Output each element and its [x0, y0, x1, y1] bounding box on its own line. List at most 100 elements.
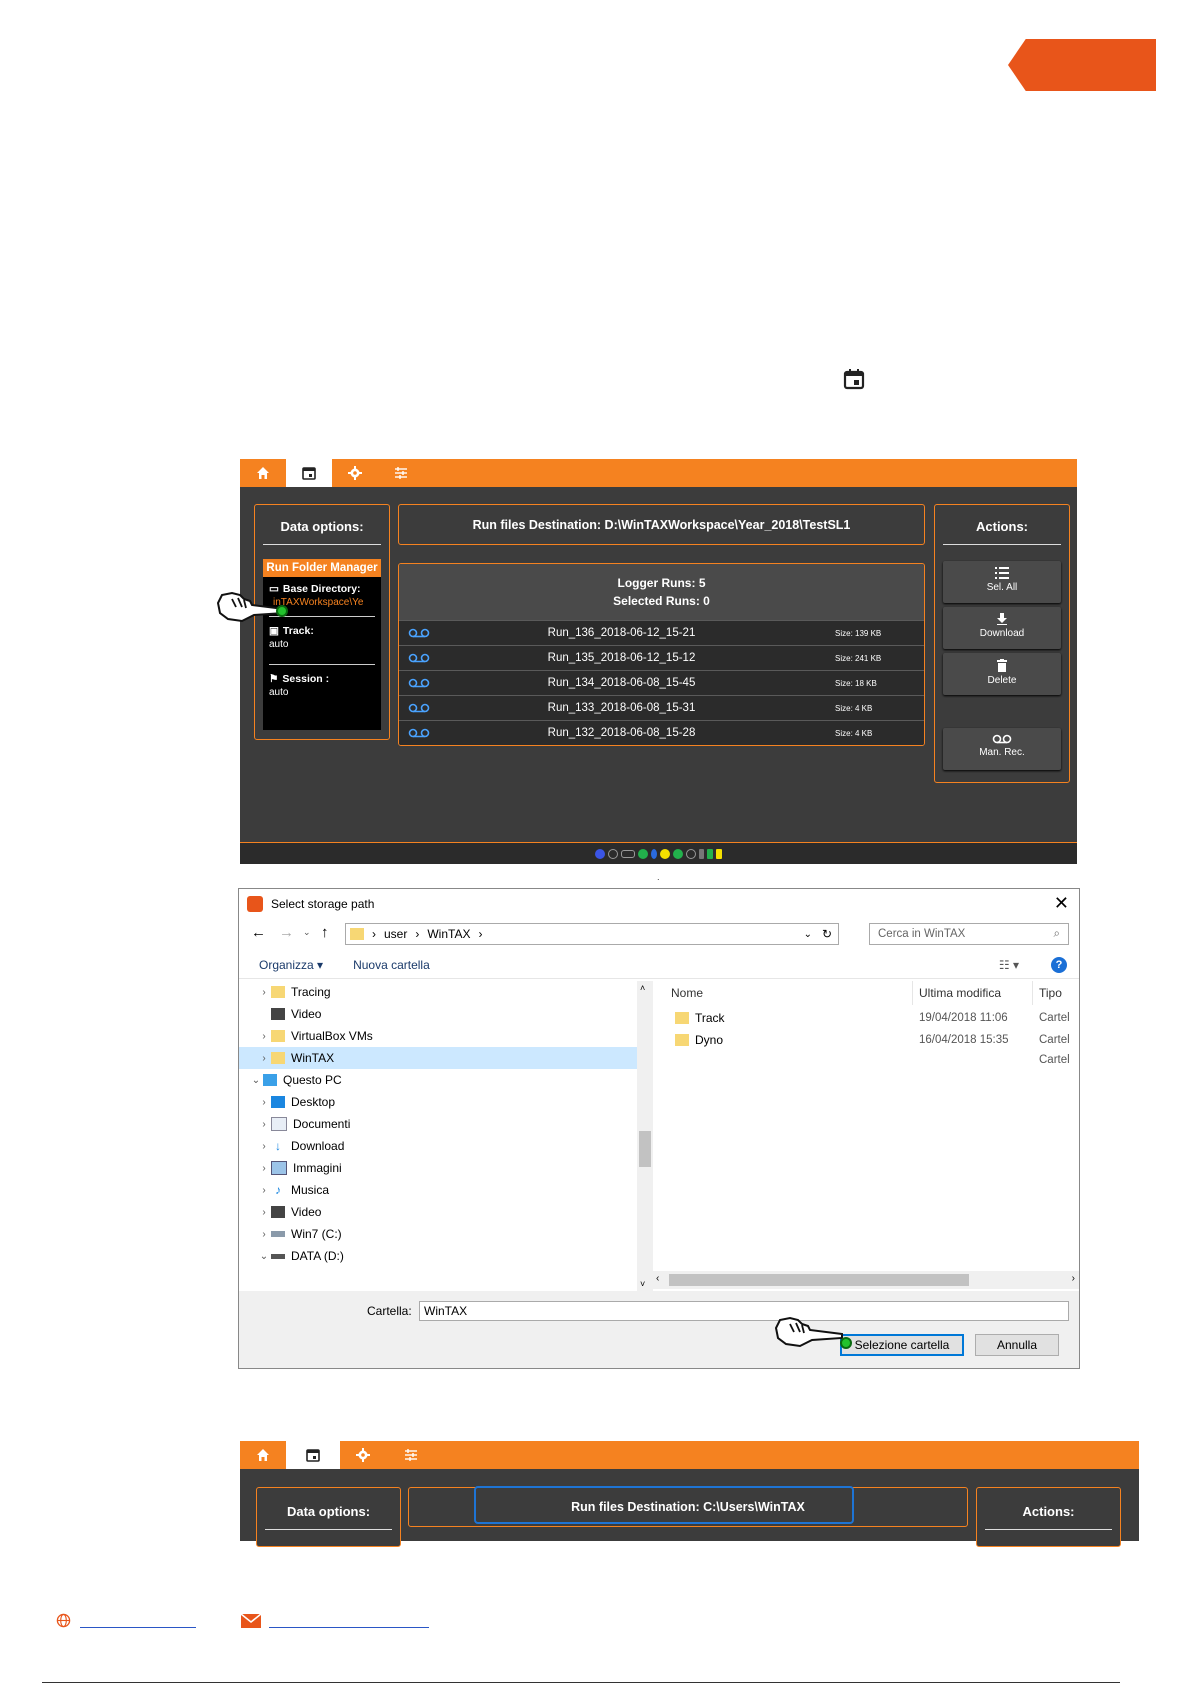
manual-record-button[interactable]: Man. Rec. — [943, 728, 1061, 770]
folder-icon — [675, 1034, 689, 1046]
run-row[interactable]: Run_132_2018-06-08_15-28 Size: 4 KB — [399, 720, 924, 745]
track-item[interactable]: ▣ Track: auto — [263, 625, 381, 650]
select-all-button[interactable]: Sel. All — [943, 561, 1061, 603]
separator-dot: . — [657, 873, 660, 882]
tab-tuning[interactable] — [388, 1441, 434, 1469]
address-bar[interactable]: › user › WinTAX › ⌄ ↻ — [345, 923, 839, 945]
tree-item-virtualbox[interactable]: › VirtualBox VMs — [239, 1025, 637, 1047]
chevron-down-icon[interactable]: ⌄ — [804, 929, 812, 940]
breadcrumb-user[interactable]: user — [384, 927, 407, 941]
sliders-icon — [405, 1449, 417, 1461]
pointing-hand-icon — [774, 1316, 843, 1348]
tab-calendar[interactable] — [286, 1441, 340, 1469]
search-input[interactable]: Cerca in WinTAX ⌕ — [869, 923, 1069, 945]
mail-icon — [241, 1614, 261, 1628]
gear-icon — [356, 1448, 370, 1462]
list-item[interactable]: Track 19/04/2018 11:06 Cartel — [653, 1007, 1079, 1029]
tab-settings[interactable] — [332, 459, 378, 487]
website-link[interactable] — [80, 1627, 196, 1628]
globe-icon — [56, 1613, 71, 1628]
chevron-right-icon[interactable]: › — [257, 1229, 271, 1240]
scroll-left-icon[interactable]: ‹ — [656, 1273, 659, 1284]
select-folder-button[interactable]: Selezione cartella — [840, 1334, 964, 1356]
scroll-up-icon[interactable]: ˄ — [640, 983, 645, 993]
tree-item-documents[interactable]: › Documenti — [239, 1113, 637, 1135]
scroll-right-icon[interactable]: › — [1072, 1273, 1075, 1284]
download-button[interactable]: Download — [943, 607, 1061, 649]
list-item[interactable]: Dyno 16/04/2018 15:35 Cartel — [653, 1029, 1079, 1051]
tree-scrollbar[interactable]: ˄ ˅ — [637, 981, 653, 1291]
image-icon — [271, 1161, 287, 1175]
voicemail-icon — [408, 628, 430, 638]
tab-home[interactable] — [240, 1441, 286, 1469]
tree-item-data-drive[interactable]: ⌄ DATA (D:) — [239, 1245, 637, 1267]
chevron-right-icon[interactable]: › — [257, 1053, 271, 1064]
email-link[interactable] — [269, 1627, 429, 1628]
recent-dropdown-icon[interactable]: ⌄ — [303, 927, 311, 938]
chevron-right-icon[interactable]: › — [257, 987, 271, 998]
breadcrumb-wintax[interactable]: WinTAX — [427, 927, 470, 941]
scroll-thumb[interactable] — [639, 1131, 651, 1167]
cancel-button[interactable]: Annulla — [975, 1334, 1059, 1356]
delete-button[interactable]: Delete — [943, 653, 1061, 695]
help-icon[interactable]: ? — [1051, 956, 1067, 973]
chevron-right-icon[interactable]: › — [257, 1207, 271, 1218]
chevron-right-icon[interactable]: › — [257, 1185, 271, 1196]
tree-item-this-pc[interactable]: ⌄ Questo PC — [239, 1069, 637, 1091]
tree-item-images[interactable]: › Immagini — [239, 1157, 637, 1179]
tree-item-win7-drive[interactable]: › Win7 (C:) — [239, 1223, 637, 1245]
list-item[interactable]: Cartel — [653, 1049, 1079, 1071]
run-row[interactable]: Run_134_2018-06-08_15-45 Size: 18 KB — [399, 670, 924, 695]
new-folder-button[interactable]: Nuova cartella — [353, 958, 430, 972]
chevron-right-icon[interactable]: › — [257, 1141, 271, 1152]
chevron-down-icon[interactable]: ⌄ — [257, 1251, 271, 1262]
up-arrow-icon[interactable]: ↑ — [321, 924, 329, 941]
view-options-icon[interactable]: ☷ ▾ — [999, 958, 1019, 972]
tree-item-music[interactable]: › ♪ Musica — [239, 1179, 637, 1201]
battery-status-icon — [716, 848, 722, 859]
chevron-right-icon[interactable]: › — [257, 1097, 271, 1108]
tab-settings[interactable] — [340, 1441, 386, 1469]
column-modified[interactable]: Ultima modifica — [913, 981, 1033, 1005]
corner-tab — [1008, 39, 1156, 91]
chevron-right-icon[interactable]: › — [257, 1163, 271, 1174]
run-row[interactable]: Run_133_2018-06-08_15-31 Size: 4 KB — [399, 695, 924, 720]
globe-status-icon — [595, 848, 605, 859]
chevron-right-icon[interactable]: › — [257, 1119, 271, 1130]
tree-item-tracing[interactable]: › Tracing — [239, 981, 637, 1003]
folder-name-input[interactable]: WinTAX — [419, 1301, 1069, 1321]
list-scrollbar[interactable]: ‹ › — [653, 1271, 1079, 1289]
ok-status-icon — [638, 848, 648, 859]
dialog-toolbar: Organizza ▾ Nuova cartella ☷ ▾ ? — [239, 951, 1079, 979]
session-item[interactable]: ⚑ Session : auto — [263, 673, 381, 698]
run-row[interactable]: Run_135_2018-06-12_15-12 Size: 241 KB — [399, 645, 924, 670]
scroll-down-icon[interactable]: ˅ — [640, 1279, 645, 1289]
column-name[interactable]: Nome — [653, 981, 913, 1005]
scroll-thumb[interactable] — [669, 1274, 969, 1286]
close-icon[interactable]: ✕ — [1054, 893, 1069, 914]
back-arrow-icon[interactable]: ← — [251, 924, 266, 941]
tab-tuning[interactable] — [378, 459, 424, 487]
run-row[interactable]: Run_136_2018-06-12_15-21 Size: 139 KB — [399, 620, 924, 645]
chevron-right-icon[interactable]: › — [257, 1031, 271, 1042]
tab-calendar[interactable] — [286, 459, 332, 487]
tab-home[interactable] — [240, 459, 286, 487]
column-type[interactable]: Tipo — [1033, 981, 1079, 1005]
tree-item-video-pc[interactable]: › Video — [239, 1201, 637, 1223]
organize-button[interactable]: Organizza ▾ — [259, 958, 323, 972]
folder-icon — [271, 1052, 285, 1064]
tree-item-desktop[interactable]: › Desktop — [239, 1091, 637, 1113]
clock-status-icon — [686, 848, 696, 859]
forward-arrow-icon[interactable]: → — [279, 924, 294, 941]
navigation-tree: › Tracing Video › VirtualBox VMs › WinTAX ⌄… — [239, 981, 637, 1291]
chevron-down-icon[interactable]: ⌄ — [249, 1075, 263, 1086]
click-indicator — [840, 1337, 852, 1349]
folder-icon — [271, 986, 285, 998]
tree-item-video[interactable]: Video — [239, 1003, 637, 1025]
tree-item-wintax[interactable]: › WinTAX — [239, 1047, 637, 1069]
folder-icon — [675, 1012, 689, 1024]
voicemail-icon — [992, 734, 1012, 744]
tree-item-download[interactable]: › ↓ Download — [239, 1135, 637, 1157]
refresh-icon[interactable]: ↻ — [822, 927, 832, 941]
track-value: auto — [269, 639, 289, 650]
